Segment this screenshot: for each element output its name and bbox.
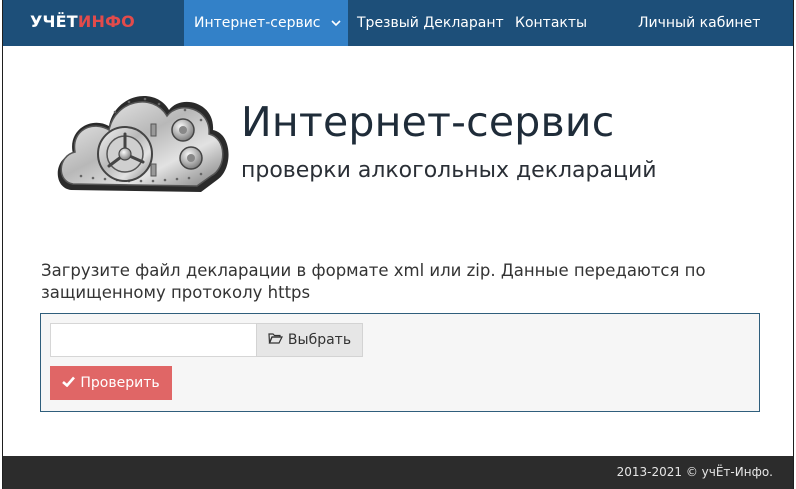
checkmark-icon — [62, 375, 76, 391]
copyright-text: 2013-2021 © учЁт-Инфо. — [616, 465, 773, 479]
nav-item-internet-service[interactable]: Интернет-сервис — [184, 0, 348, 46]
cloud-vault-icon — [51, 72, 233, 204]
nav-item-personal-cabinet[interactable]: Личный кабинет — [638, 0, 760, 46]
page-footer: 2013-2021 © учЁт-Инфо. — [3, 456, 793, 489]
page-subtitle: проверки алкогольных деклараций — [241, 158, 657, 183]
chevron-down-icon — [331, 0, 341, 46]
choose-file-label: Выбрать — [287, 332, 352, 348]
nav-item-label: Интернет-сервис — [194, 15, 321, 31]
upload-instruction: Загрузите файл декларации в формате xml … — [41, 261, 706, 302]
nav-item-sober-declarant[interactable]: Трезвый Декларант — [357, 0, 504, 46]
page-title: Интернет-сервис — [241, 98, 615, 146]
brand-part-1: УЧЁТ — [30, 12, 78, 31]
folder-open-icon — [268, 332, 283, 348]
file-path-input[interactable] — [50, 323, 256, 357]
check-button-label: Проверить — [80, 375, 160, 391]
check-button[interactable]: Проверить — [50, 366, 172, 400]
nav-item-contacts[interactable]: Контакты — [515, 0, 587, 46]
brand-logo[interactable]: УЧЁТИНФО — [30, 12, 135, 31]
page-frame: УЧЁТИНФО Интернет-сервис Трезвый Деклара… — [2, 0, 794, 489]
choose-file-button[interactable]: Выбрать — [256, 323, 363, 357]
upload-panel: Выбрать Проверить — [40, 313, 760, 412]
top-navbar: УЧЁТИНФО Интернет-сервис Трезвый Деклара… — [3, 0, 793, 46]
brand-part-2: ИНФО — [77, 12, 135, 31]
